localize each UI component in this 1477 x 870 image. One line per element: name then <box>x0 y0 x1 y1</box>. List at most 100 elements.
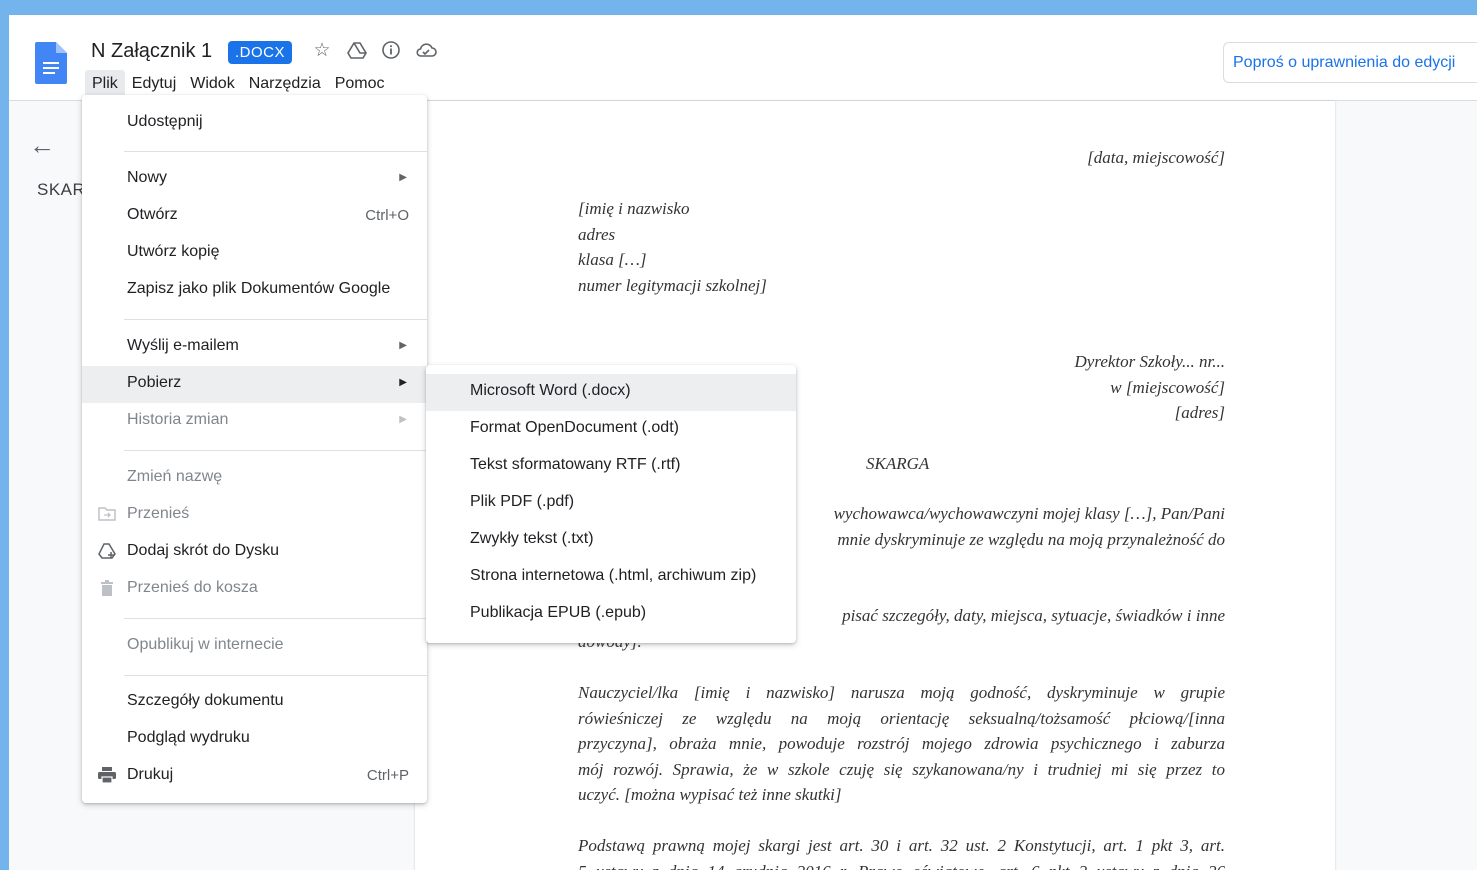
menu-tools[interactable]: Narzędzia <box>242 70 328 98</box>
submenu-arrow-icon: ▶ <box>399 340 407 351</box>
paragraph-4: Podstawą prawną mojej skargi jest art. 3… <box>578 833 1225 870</box>
file-menu: Udostępnij Nowy ▶ Otwórz Ctrl+O Utwórz k… <box>82 95 427 803</box>
download-epub[interactable]: Publikacja EPUB (.epub) <box>426 596 796 633</box>
trash-icon <box>97 580 117 601</box>
paragraph-line: Podstawą prawną mojej skargi jest art. 3… <box>578 836 1225 855</box>
google-docs-logo-icon[interactable] <box>35 42 67 84</box>
folder-move-icon <box>97 506 117 527</box>
menu-item-new[interactable]: Nowy ▶ <box>82 161 427 198</box>
menu-item-label: Strona internetowa (.html, archiwum zip) <box>470 567 757 584</box>
sender-line: numer legitymacji szkolnej] <box>578 275 767 295</box>
menu-divider <box>124 675 427 676</box>
menu-item-rename[interactable]: Zmień nazwę <box>82 460 427 497</box>
shortcut-label: Ctrl+P <box>366 767 409 784</box>
menu-help[interactable]: Pomoc <box>328 70 392 98</box>
file-type-badge: .DOCX <box>228 41 293 64</box>
menu-divider <box>124 450 427 451</box>
document-title[interactable]: N Załącznik 1 <box>91 40 212 63</box>
recipient-line: w [miejscowość] <box>1110 377 1225 397</box>
document-heading: SKARGA <box>866 454 930 473</box>
menu-item-add-shortcut[interactable]: Dodaj skrót do Dysku <box>82 534 427 571</box>
info-icon[interactable] <box>380 40 402 62</box>
submenu-arrow-icon: ▶ <box>399 414 407 425</box>
menu-item-label: Wyślij e-mailem <box>127 337 239 354</box>
download-submenu: Microsoft Word (.docx) Format OpenDocume… <box>426 365 796 643</box>
menu-file[interactable]: Plik <box>85 70 125 98</box>
menu-item-label: Zapisz jako plik Dokumentów Google <box>127 280 391 297</box>
menu-item-print[interactable]: Drukuj Ctrl+P <box>82 758 427 795</box>
paragraph-line: 5 ustawy z dnia 14 grudnia 2016 r. Prawo… <box>578 859 1225 870</box>
menu-item-label: Publikacja EPUB (.epub) <box>470 604 647 621</box>
menu-item-label: Microsoft Word (.docx) <box>470 382 631 399</box>
menu-item-label: Szczegóły dokumentu <box>127 692 284 709</box>
menu-item-details[interactable]: Szczegóły dokumentu <box>82 684 427 721</box>
menu-item-label: Przenieś <box>127 505 190 522</box>
download-odt[interactable]: Format OpenDocument (.odt) <box>426 411 796 448</box>
date-place: [data, miejscowość] <box>1087 148 1225 167</box>
paragraph-line: uczyć. [można wypisać też inne skutki] <box>578 785 842 804</box>
menu-item-label: Podgląd wydruku <box>127 729 250 746</box>
submenu-arrow-icon: ▶ <box>399 172 407 183</box>
download-html[interactable]: Strona internetowa (.html, archiwum zip) <box>426 559 796 596</box>
drive-shortcut-icon <box>97 543 117 564</box>
menu-item-label: Zmień nazwę <box>127 468 223 485</box>
menu-item-label: Pobierz <box>127 374 182 391</box>
menu-item-print-preview[interactable]: Podgląd wydruku <box>82 721 427 758</box>
menu-item-version-history[interactable]: Historia zmian ▶ <box>82 403 427 440</box>
paragraph-line: wychowawca/wychowawczyni mojej klasy […]… <box>833 504 1225 523</box>
menu-item-save-as-google-docs[interactable]: Zapisz jako plik Dokumentów Google <box>82 272 427 309</box>
move-to-drive-icon[interactable] <box>346 40 368 62</box>
menu-divider <box>124 618 427 619</box>
menu-item-label: Otwórz <box>127 206 178 223</box>
sender-line: adres <box>578 224 616 244</box>
menu-item-label: Dodaj skrót do Dysku <box>127 542 280 559</box>
menu-item-label: Zwykły tekst (.txt) <box>470 530 594 547</box>
download-docx[interactable]: Microsoft Word (.docx) <box>426 374 796 411</box>
app-header: N Załącznik 1 .DOCX ☆ Plik Edytuj Widok … <box>9 15 1477 101</box>
menu-item-label: Tekst sformatowany RTF (.rtf) <box>470 456 681 473</box>
paragraph-line: mój rozwój. Sprawia, że w szkole czuję s… <box>578 759 1225 779</box>
menu-item-label: Udostępnij <box>127 113 203 130</box>
menu-item-publish[interactable]: Opublikuj w internecie <box>82 628 427 665</box>
menu-item-make-copy[interactable]: Utwórz kopię <box>82 235 427 272</box>
star-icon[interactable]: ☆ <box>311 40 333 62</box>
paragraph-3: Nauczyciel/lka [imię i nazwisko] narusza… <box>578 680 1225 808</box>
menu-item-move[interactable]: Przenieś <box>82 497 427 534</box>
download-txt[interactable]: Zwykły tekst (.txt) <box>426 522 796 559</box>
menu-view[interactable]: Widok <box>183 70 241 98</box>
menu-item-label: Format OpenDocument (.odt) <box>470 419 679 436</box>
menu-edit[interactable]: Edytuj <box>125 70 183 98</box>
menu-bar: Plik Edytuj Widok Narzędzia Pomoc <box>85 70 392 98</box>
printer-icon <box>97 767 117 788</box>
paragraph-1: wychowawca/wychowawczyni mojej klasy […]… <box>834 501 1225 552</box>
back-arrow-icon[interactable]: ← <box>29 130 55 161</box>
request-edit-access-button[interactable]: Poproś o uprawnienia do edycji <box>1223 42 1477 83</box>
submenu-arrow-icon: ▶ <box>399 377 407 388</box>
menu-item-email[interactable]: Wyślij e-mailem ▶ <box>82 329 427 366</box>
download-pdf[interactable]: Plik PDF (.pdf) <box>426 485 796 522</box>
recipient-block: Dyrektor Szkoły... nr... w [miejscowość]… <box>1075 349 1225 426</box>
menu-item-share[interactable]: Udostępnij <box>82 105 427 142</box>
sender-line: klasa […] <box>578 250 647 269</box>
menu-item-label: Utwórz kopię <box>127 243 220 260</box>
menu-item-open[interactable]: Otwórz Ctrl+O <box>82 198 427 235</box>
paragraph-line: mnie dyskryminuje ze względu na moją prz… <box>837 529 1225 549</box>
google-docs-window: N Załącznik 1 .DOCX ☆ Plik Edytuj Widok … <box>9 15 1477 870</box>
paragraph-line: przyczyna], obraża mnie, powoduje rozstr… <box>578 734 1225 753</box>
recipient-line: [adres] <box>1174 403 1225 422</box>
document-outline-heading[interactable]: SKAR <box>37 180 85 200</box>
paragraph-line: Nauczyciel/lka [imię i nazwisko] narusza… <box>578 683 1225 702</box>
sender-block: [imię i nazwisko adres klasa […] numer l… <box>578 196 767 298</box>
menu-item-download[interactable]: Pobierz ▶ <box>82 366 427 403</box>
menu-divider <box>124 319 427 320</box>
cloud-status-icon[interactable] <box>415 40 437 62</box>
download-rtf[interactable]: Tekst sformatowany RTF (.rtf) <box>426 448 796 485</box>
menu-item-label: Nowy <box>127 169 168 186</box>
menu-item-label: Opublikuj w internecie <box>127 636 284 653</box>
menu-divider <box>124 151 427 152</box>
menu-item-trash[interactable]: Przenieś do kosza <box>82 571 427 608</box>
recipient-line: Dyrektor Szkoły... nr... <box>1074 352 1225 371</box>
sender-line: [imię i nazwisko <box>578 199 690 218</box>
menu-item-label: Drukuj <box>127 766 174 783</box>
menu-item-label: Przenieś do kosza <box>127 579 258 596</box>
